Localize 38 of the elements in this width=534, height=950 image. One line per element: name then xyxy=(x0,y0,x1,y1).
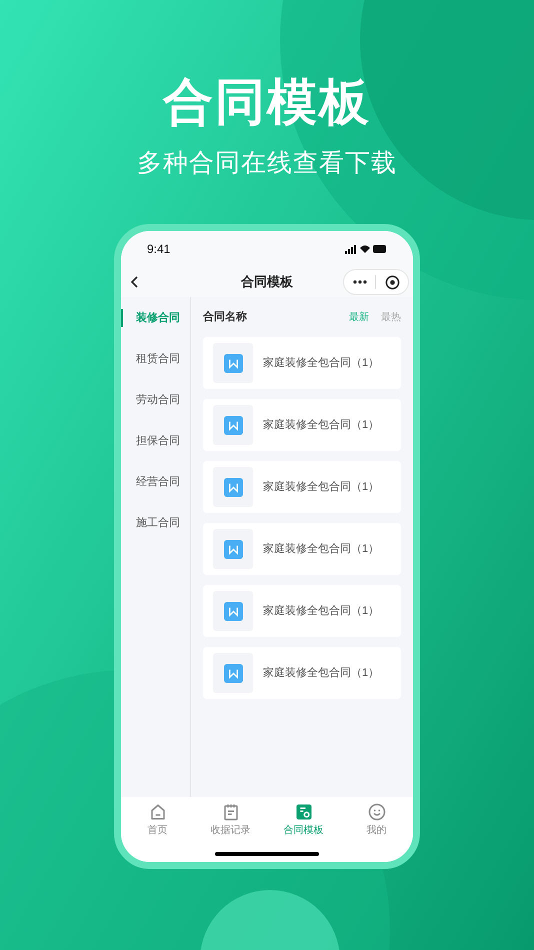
tab-bar-item[interactable]: 我的 xyxy=(340,803,413,838)
category-tab[interactable]: 劳动合同 xyxy=(121,391,190,409)
contract-name: 家庭装修全包合同（1） xyxy=(263,604,380,619)
contract-name: 家庭装修全包合同（1） xyxy=(263,356,380,371)
more-icon[interactable] xyxy=(352,280,366,284)
headline: 合同模板 xyxy=(163,73,371,132)
list-header: 合同名称 xyxy=(203,310,247,325)
contract-card[interactable]: 家庭装修全包合同（1） xyxy=(203,461,401,513)
word-document-icon xyxy=(224,478,242,496)
document-gear-icon xyxy=(294,803,312,821)
status-time: 9:41 xyxy=(147,241,170,258)
category-tab[interactable]: 施工合同 xyxy=(121,514,190,532)
contract-card[interactable]: 家庭装修全包合同（1） xyxy=(203,399,401,451)
home-icon xyxy=(148,803,166,821)
contract-card[interactable]: 家庭装修全包合同（1） xyxy=(203,337,401,389)
contract-card[interactable]: 家庭装修全包合同（1） xyxy=(203,585,401,637)
capsule-menu[interactable] xyxy=(343,269,409,295)
category-tab[interactable]: 经营合同 xyxy=(121,473,190,491)
word-document-icon xyxy=(224,602,242,620)
tab-bar-item[interactable]: 收据记录 xyxy=(194,803,267,838)
word-document-icon xyxy=(224,540,242,558)
contract-name: 家庭装修全包合同（1） xyxy=(263,666,380,681)
word-document-icon xyxy=(224,664,242,682)
category-tab[interactable]: 担保合同 xyxy=(121,432,190,450)
contract-name: 家庭装修全包合同（1） xyxy=(263,542,380,557)
subheadline: 多种合同在线查看下载 xyxy=(137,148,397,179)
word-document-icon xyxy=(224,416,242,434)
notepad-icon xyxy=(222,803,240,821)
page-title: 合同模板 xyxy=(241,273,293,292)
smiley-icon xyxy=(368,803,386,821)
contract-card[interactable]: 家庭装修全包合同（1） xyxy=(203,523,401,575)
contract-name: 家庭装修全包合同（1） xyxy=(263,480,380,495)
category-tab[interactable]: 租赁合同 xyxy=(121,350,190,368)
contract-card[interactable]: 家庭装修全包合同（1） xyxy=(203,647,401,699)
close-target-icon[interactable] xyxy=(384,274,400,290)
contract-name: 家庭装修全包合同（1） xyxy=(263,418,380,433)
word-document-icon xyxy=(224,354,242,372)
status-icons-drawing xyxy=(345,244,387,254)
